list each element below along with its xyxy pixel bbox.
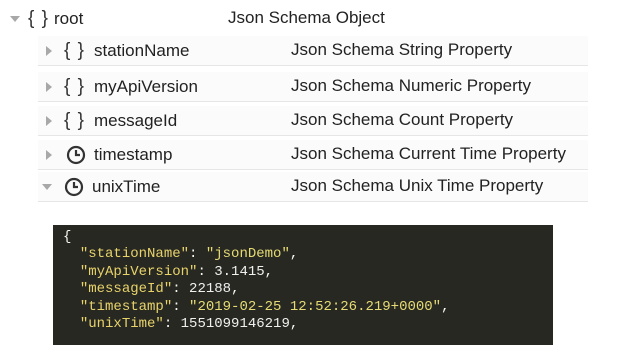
json-line: "stationName": "jsonDemo", xyxy=(63,246,553,263)
tree-node-label: messageId xyxy=(94,110,178,130)
chevron-down-icon[interactable] xyxy=(10,14,20,24)
chevron-right-icon[interactable] xyxy=(44,81,54,92)
tree-node-type: Json Schema String Property xyxy=(291,40,513,59)
json-line: "myApiVersion": 3.1415, xyxy=(63,264,553,281)
chevron-down-icon[interactable] xyxy=(42,182,52,192)
json-preview: { "stationName": "jsonDemo", "myApiVersi… xyxy=(53,225,553,345)
json-value: "jsonDemo" xyxy=(205,246,290,263)
tree-row-unixtime[interactable]: unixTime Json Schema Unix Time Property xyxy=(38,172,588,202)
json-separator: : xyxy=(189,246,206,263)
chevron-right-icon[interactable] xyxy=(44,45,54,56)
tree-node-type: Json Schema Count Property xyxy=(291,110,514,129)
clock-icon xyxy=(64,177,88,197)
json-value: 3.1415 xyxy=(214,263,265,280)
json-separator: : xyxy=(163,316,181,333)
tree-node-type: Json Schema Unix Time Property xyxy=(291,176,544,195)
json-key: "messageId" xyxy=(79,281,173,298)
json-value: "2019-02-25 12:52:26.219+0000" xyxy=(189,298,442,315)
tree-row-timestamp[interactable]: timestamp Json Schema Current Time Prope… xyxy=(38,140,588,170)
tree-node-label: root xyxy=(54,8,84,28)
json-comma: , xyxy=(441,298,450,315)
tree-row-root[interactable]: { } root Json Schema Object xyxy=(0,4,600,33)
json-value: 1551099146219 xyxy=(180,316,290,333)
tree-node-label: timestamp xyxy=(94,144,173,164)
json-comma: , xyxy=(289,246,299,263)
json-open-brace: { xyxy=(63,229,72,245)
json-key: "myApiVersion" xyxy=(79,263,198,280)
tree-row-messageid[interactable]: { } messageId Json Schema Count Property xyxy=(38,106,588,136)
tree-node-label: unixTime xyxy=(92,176,161,196)
tree-row-stationname[interactable]: { } stationName Json Schema String Prope… xyxy=(38,36,588,66)
tree-node-type: Json Schema Current Time Property xyxy=(291,144,566,163)
json-key: "unixTime" xyxy=(79,316,164,333)
tree-node-type: Json Schema Numeric Property xyxy=(291,76,531,95)
tree-node-label: myApiVersion xyxy=(94,76,198,96)
json-separator: : xyxy=(172,281,190,298)
tree-node-type: Json Schema Object xyxy=(228,8,385,27)
tree-row-myapiversion[interactable]: { } myApiVersion Json Schema Numeric Pro… xyxy=(38,72,588,102)
json-key: "stationName" xyxy=(79,246,190,263)
json-line: "messageId": 22188, xyxy=(63,281,553,298)
clock-icon xyxy=(66,145,90,165)
json-comma: , xyxy=(231,281,240,298)
tree-node-label: stationName xyxy=(94,40,190,60)
json-separator: : xyxy=(197,263,215,280)
json-value: 22188 xyxy=(189,281,232,298)
chevron-right-icon[interactable] xyxy=(44,149,54,160)
json-separator: : xyxy=(172,298,190,315)
json-line: "unixTime": 1551099146219, xyxy=(63,316,553,333)
json-comma: , xyxy=(264,263,274,280)
braces-icon: { } xyxy=(64,75,85,97)
json-key: "timestamp" xyxy=(79,298,173,315)
braces-icon: { } xyxy=(64,39,85,61)
json-comma: , xyxy=(289,316,299,333)
chevron-right-icon[interactable] xyxy=(44,115,54,126)
braces-icon: { } xyxy=(28,7,49,29)
json-line: "timestamp": "2019-02-25 12:52:26.219+00… xyxy=(63,299,553,316)
braces-icon: { } xyxy=(64,109,85,131)
